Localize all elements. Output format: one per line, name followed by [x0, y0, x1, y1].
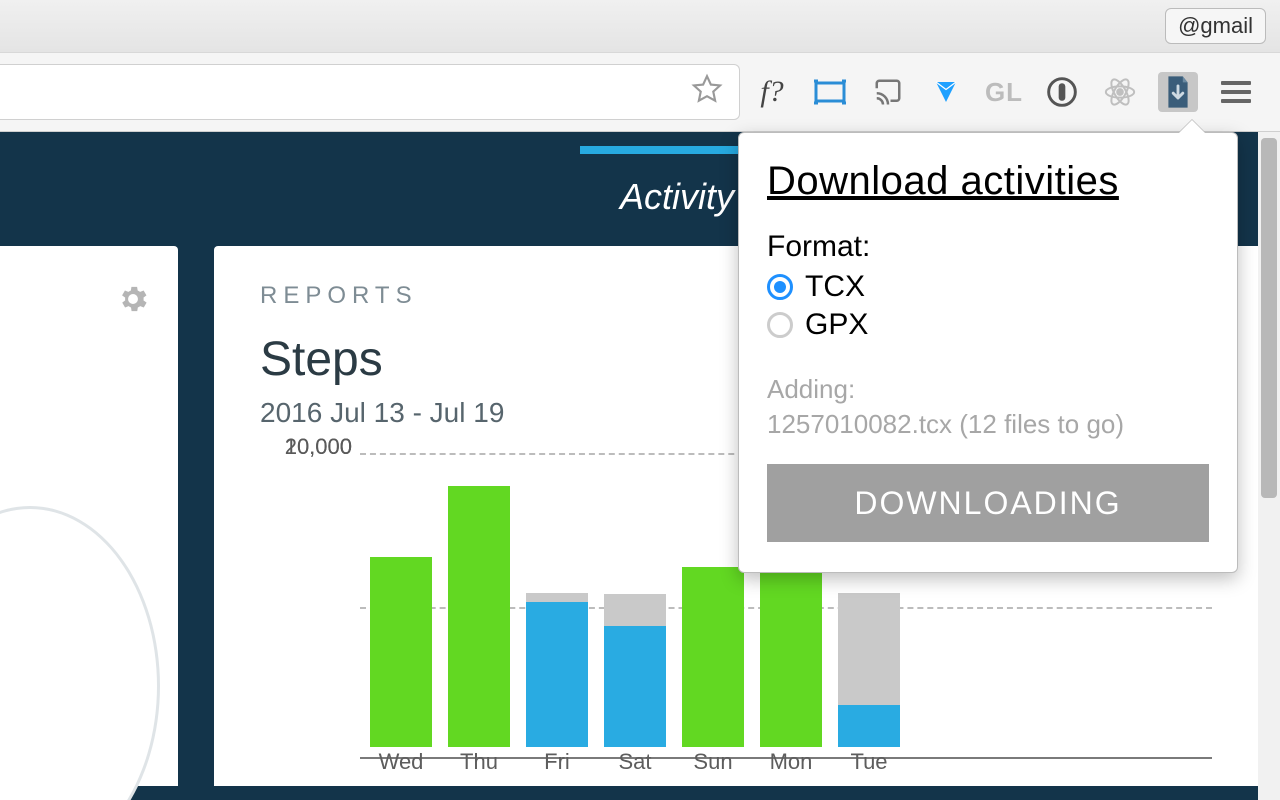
radio-icon — [767, 312, 793, 338]
x-label: Sat — [604, 749, 666, 775]
format-option-tcx[interactable]: TCX — [767, 270, 1209, 304]
x-label: Wed — [370, 749, 432, 775]
bar-wed[interactable] — [370, 447, 432, 747]
format-label: Format: — [767, 230, 1209, 264]
diamond-icon[interactable] — [926, 72, 966, 112]
radio-label: TCX — [805, 270, 865, 304]
bar-segment-blue — [838, 705, 900, 747]
page-ruler-icon[interactable] — [810, 72, 850, 112]
react-devtools-icon[interactable] — [1100, 72, 1140, 112]
settings-gear-button[interactable] — [116, 282, 150, 321]
browser-title-bar: @gmail — [0, 0, 1280, 52]
radio-label: GPX — [805, 308, 868, 342]
page-scrollbar[interactable] — [1258, 132, 1280, 800]
extension-icons-tray: f? GL — [752, 72, 1280, 112]
browser-toolbar: f? GL — [0, 52, 1280, 132]
bar-segment-green — [448, 486, 510, 747]
browser-menu-button[interactable] — [1216, 72, 1256, 112]
x-label: Fri — [526, 749, 588, 775]
gmail-badge[interactable]: @gmail — [1165, 8, 1266, 44]
hamburger-icon — [1221, 81, 1251, 103]
bar-fri[interactable] — [526, 447, 588, 747]
popup-title: Download activities — [767, 159, 1209, 204]
y-tick: 0 — [340, 434, 352, 460]
status-line: Adding: — [767, 372, 1209, 407]
onepassword-icon[interactable] — [1042, 72, 1082, 112]
x-label: Sun — [682, 749, 744, 775]
status-line: 1257010082.tcx (12 files to go) — [767, 407, 1209, 442]
radio-icon — [767, 274, 793, 300]
bar-segment-blue — [526, 602, 588, 748]
bar-segment-gray — [604, 594, 666, 626]
bar-segment-green — [682, 567, 744, 747]
x-label: Tue — [838, 749, 900, 775]
x-label: Thu — [448, 749, 510, 775]
download-status-text: Adding: 1257010082.tcx (12 files to go) — [767, 372, 1209, 442]
bar-sun[interactable] — [682, 447, 744, 747]
bar-thu[interactable] — [448, 447, 510, 747]
progress-arc-icon — [0, 506, 160, 800]
address-bar[interactable] — [0, 64, 740, 120]
bar-segment-green — [370, 557, 432, 748]
bookmark-star-icon[interactable] — [691, 74, 723, 111]
bar-segment-gray — [526, 593, 588, 602]
cast-icon[interactable] — [868, 72, 908, 112]
bar-sat[interactable] — [604, 447, 666, 747]
x-label: Mon — [760, 749, 822, 775]
download-activities-extension-icon[interactable] — [1158, 72, 1198, 112]
gl-extension-icon[interactable]: GL — [984, 72, 1024, 112]
download-activities-popup: Download activities Format: TCX GPX Addin… — [738, 132, 1238, 573]
bar-segment-blue — [604, 626, 666, 748]
format-option-gpx[interactable]: GPX — [767, 308, 1209, 342]
scrollbar-thumb[interactable] — [1261, 138, 1277, 498]
bar-segment-gray — [838, 593, 900, 706]
bar-segment-green — [760, 555, 822, 747]
whatfont-icon[interactable]: f? — [752, 72, 792, 112]
download-button[interactable]: DOWNLOADING — [767, 464, 1209, 542]
side-card — [0, 246, 178, 786]
